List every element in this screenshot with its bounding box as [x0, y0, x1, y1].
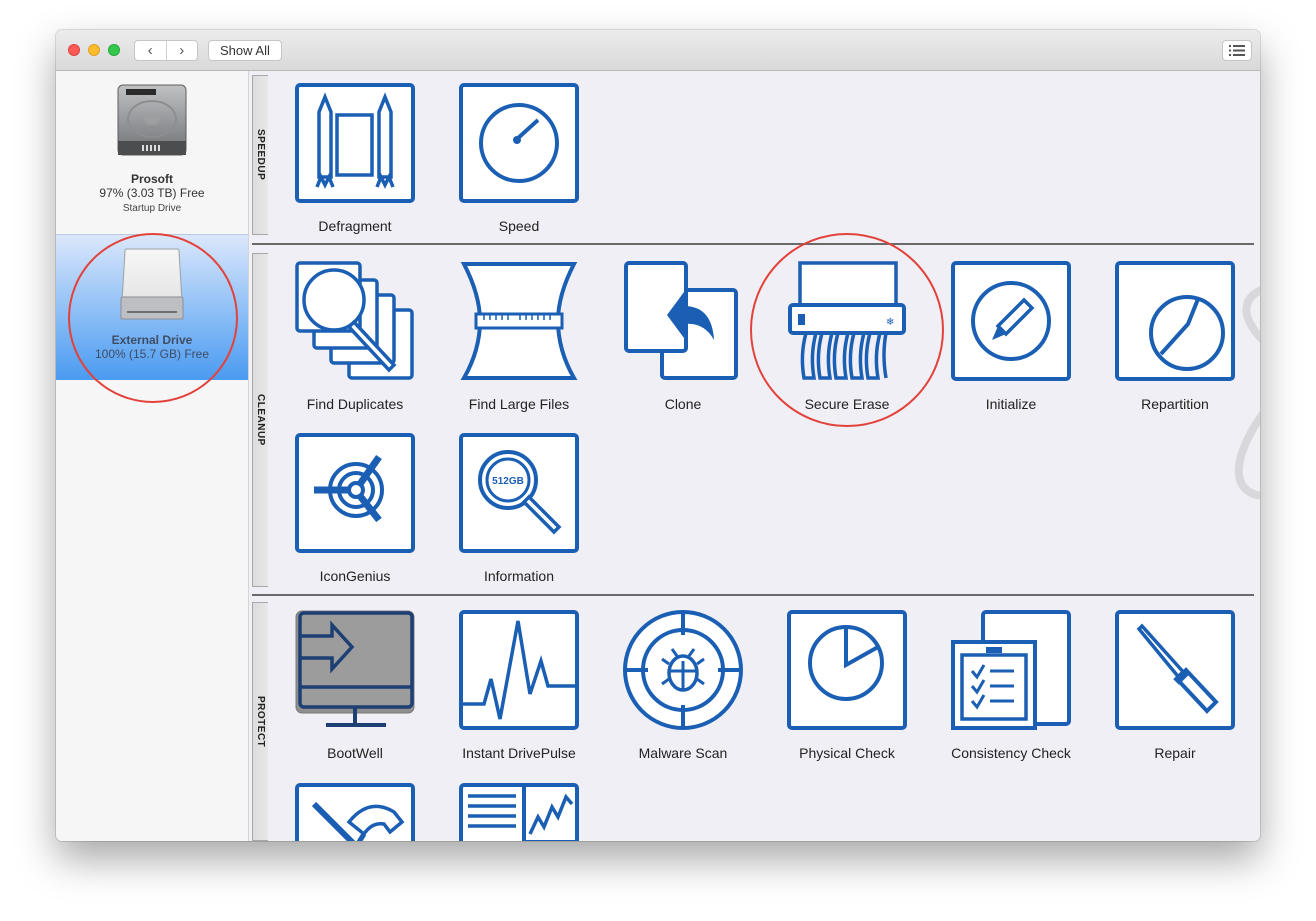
section-title: PROTECT	[255, 695, 266, 748]
close-button[interactable]	[68, 44, 80, 56]
tool-icongenius[interactable]: IconGenius	[275, 432, 435, 584]
tool-label: Information	[483, 568, 555, 584]
list-view-button[interactable]	[1222, 40, 1252, 61]
section-divider	[252, 594, 1254, 596]
forward-button[interactable]: ›	[165, 41, 198, 60]
tool-initialize[interactable]: Initialize	[931, 260, 1091, 412]
pie-icon	[787, 610, 907, 730]
tool-secure-erase[interactable]: ❄ Secure Erase	[767, 260, 927, 412]
hard-drive-icon	[117, 84, 187, 156]
capacity-badge: 512GB	[492, 476, 524, 487]
drive-free-space: 97% (3.03 TB) Free	[99, 186, 205, 200]
tool-label: IconGenius	[319, 568, 391, 584]
target-icon	[295, 433, 415, 553]
clone-arrow-icon	[624, 261, 738, 380]
section-tab-protect: PROTECT	[252, 602, 268, 841]
svg-text:❄: ❄	[886, 317, 894, 328]
tool-find-large-files[interactable]: Find Large Files	[439, 260, 599, 412]
section-title: CLEANUP	[255, 394, 266, 446]
screwdriver-icon	[1115, 610, 1235, 730]
tool-label: Speed	[498, 218, 540, 234]
tool-repair[interactable]: Repair	[1095, 609, 1255, 761]
title-bar: ‹ › Show All	[56, 30, 1260, 71]
back-button[interactable]: ‹	[135, 41, 166, 60]
partition-circle-icon	[1115, 261, 1235, 381]
tool-repartition[interactable]: Repartition	[1095, 260, 1255, 412]
section-tab-cleanup: CLEANUP	[252, 253, 268, 587]
measuring-tape-icon	[460, 262, 578, 380]
tool-speed[interactable]: Speed	[439, 82, 599, 234]
chevron-right-icon: ›	[179, 42, 185, 59]
tool-label: Repartition	[1141, 396, 1209, 412]
minimize-button[interactable]	[88, 44, 100, 56]
bug-target-icon	[623, 610, 743, 730]
hammer-screwdriver-icon	[295, 783, 415, 841]
app-window: ‹ › Show All Prosoft 97% (3.03 TB) Free …	[56, 30, 1260, 841]
tool-physical-check[interactable]: Physical Check	[767, 609, 927, 761]
monitor-arrow-icon	[295, 610, 415, 727]
tool-label: Find Large Files	[468, 396, 570, 412]
tool-consistency-check[interactable]: Consistency Check	[931, 609, 1091, 761]
shredder-icon: ❄	[788, 261, 906, 380]
drive-name: Prosoft	[131, 172, 173, 186]
pencil-circle-icon	[951, 261, 1071, 381]
tool-find-duplicates[interactable]: Find Duplicates	[275, 260, 435, 412]
drive-free-space: 100% (15.7 GB) Free	[94, 347, 210, 361]
drive-name: External Drive	[111, 333, 193, 347]
tool-label: BootWell	[327, 745, 383, 761]
tool-label: Secure Erase	[804, 396, 890, 412]
section-tab-speedup: SPEEDUP	[252, 75, 268, 235]
external-drive-icon	[120, 248, 184, 320]
tool-hammer-screwdriver[interactable]	[275, 782, 435, 841]
tool-malware-scan[interactable]: Malware Scan	[603, 609, 763, 761]
tool-clone[interactable]: Clone	[603, 260, 763, 412]
tool-label: Clone	[664, 396, 702, 412]
tool-label: Malware Scan	[638, 745, 728, 761]
tool-report[interactable]	[439, 782, 599, 841]
tool-bootwell[interactable]: BootWell	[275, 609, 435, 761]
tool-label: Consistency Check	[951, 745, 1071, 761]
pulse-icon	[459, 610, 579, 730]
section-title: SPEEDUP	[255, 129, 266, 181]
info-magnifier-icon: 512GB	[459, 433, 579, 553]
rockets-icon	[295, 83, 415, 203]
tool-label: Repair	[1154, 745, 1196, 761]
drive-sidebar: Prosoft 97% (3.03 TB) Free Startup Drive…	[56, 71, 249, 841]
tool-instant-drivepulse[interactable]: Instant DrivePulse	[439, 609, 599, 761]
drive-item-external[interactable]: External Drive 100% (15.7 GB) Free	[56, 234, 248, 380]
list-icon	[1229, 45, 1245, 56]
report-chart-icon	[459, 783, 579, 841]
drive-item-prosoft[interactable]: Prosoft 97% (3.03 TB) Free Startup Drive	[56, 71, 248, 233]
tool-label: Defragment	[318, 218, 392, 234]
gauge-icon	[459, 83, 579, 203]
drive-subtitle: Startup Drive	[122, 203, 182, 214]
checklist-icon	[951, 610, 1071, 730]
chevron-left-icon: ‹	[147, 42, 153, 59]
tool-label: Physical Check	[799, 745, 895, 761]
tool-defragment[interactable]: Defragment	[275, 82, 435, 234]
zoom-button[interactable]	[108, 44, 120, 56]
section-divider	[252, 243, 1254, 245]
tool-label: Initialize	[985, 396, 1037, 412]
show-all-button[interactable]: Show All	[208, 40, 282, 61]
tool-information[interactable]: 512GB Information	[439, 432, 599, 584]
tool-label: Instant DrivePulse	[462, 745, 576, 761]
duplicates-magnifier-icon	[295, 261, 414, 380]
nav-buttons: ‹ ›	[134, 40, 198, 61]
tool-label: Find Duplicates	[306, 396, 404, 412]
tools-panel: SPEEDUP Defragment Speed CLEANUP Find Du…	[249, 71, 1260, 841]
